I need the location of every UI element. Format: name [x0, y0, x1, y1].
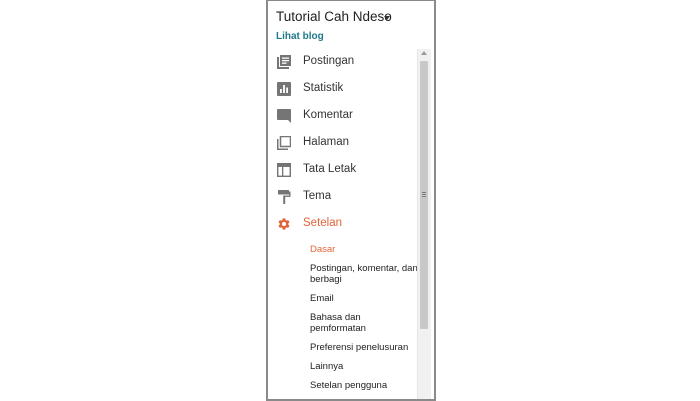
sidebar-item-label: Halaman	[303, 136, 350, 148]
settings-subitem-lainnya[interactable]: Lainnya	[310, 361, 418, 372]
blog-selector-dropdown-icon[interactable]	[384, 16, 390, 20]
sidebar-item-statistik[interactable]: Statistik	[268, 77, 418, 101]
comment-icon	[277, 109, 291, 123]
settings-subitem-preferensi-penelusuran[interactable]: Preferensi penelusuran	[310, 342, 418, 353]
sidebar-item-komentar[interactable]: Komentar	[268, 104, 418, 128]
scrollbar-grip-line	[422, 192, 426, 193]
sidebar-item-label: Tata Letak	[303, 163, 357, 175]
view-blog-link[interactable]: Lihat blog	[276, 31, 324, 42]
settings-subitem-setelan-pengguna[interactable]: Setelan pengguna	[310, 380, 418, 391]
scrollbar-grip-line	[422, 196, 426, 197]
stats-icon	[277, 82, 291, 96]
sidebar-item-label: Setelan	[303, 217, 343, 229]
sidebar-item-label: Postingan	[303, 55, 355, 67]
blogger-sidebar-panel: Tutorial Cah Ndeso Lihat blog Postingan	[266, 0, 436, 401]
sidebar-header: Tutorial Cah Ndeso Lihat blog	[268, 1, 434, 49]
blog-title[interactable]: Tutorial Cah Ndeso	[276, 9, 392, 24]
settings-subitem-dasar[interactable]: Dasar	[310, 244, 418, 255]
settings-subitem-bahasa-pemformatan[interactable]: Bahasa dan pemformatan	[310, 312, 418, 334]
sidebar-item-setelan[interactable]: Setelan	[268, 212, 418, 236]
sidebar-scrollbar[interactable]	[417, 49, 431, 399]
pages-icon	[277, 136, 291, 150]
sidebar-item-label: Tema	[303, 190, 332, 202]
posts-icon	[277, 55, 291, 69]
layout-icon	[277, 163, 291, 177]
sidebar-item-label: Komentar	[303, 109, 353, 121]
scrollbar-grip-line	[422, 194, 426, 195]
sidebar-item-postingan[interactable]: Postingan	[268, 50, 418, 74]
sidebar-item-tata-letak[interactable]: Tata Letak	[268, 158, 418, 182]
sidebar-item-tema[interactable]: Tema	[268, 185, 418, 209]
theme-paint-roller-icon	[278, 190, 291, 204]
sidebar-item-halaman[interactable]: Halaman	[268, 131, 418, 155]
sidebar-item-label: Statistik	[303, 82, 344, 94]
sidebar-nav: Postingan Statistik Komentar Halaman Tat…	[268, 49, 418, 399]
settings-gear-icon	[278, 218, 290, 230]
settings-subitem-email[interactable]: Email	[310, 293, 418, 304]
settings-subitem-postingan-komentar-berbagi[interactable]: Postingan, komentar, dan berbagi	[310, 263, 418, 285]
scroll-up-arrow-icon[interactable]	[421, 51, 427, 55]
scrollbar-thumb[interactable]	[420, 61, 428, 329]
